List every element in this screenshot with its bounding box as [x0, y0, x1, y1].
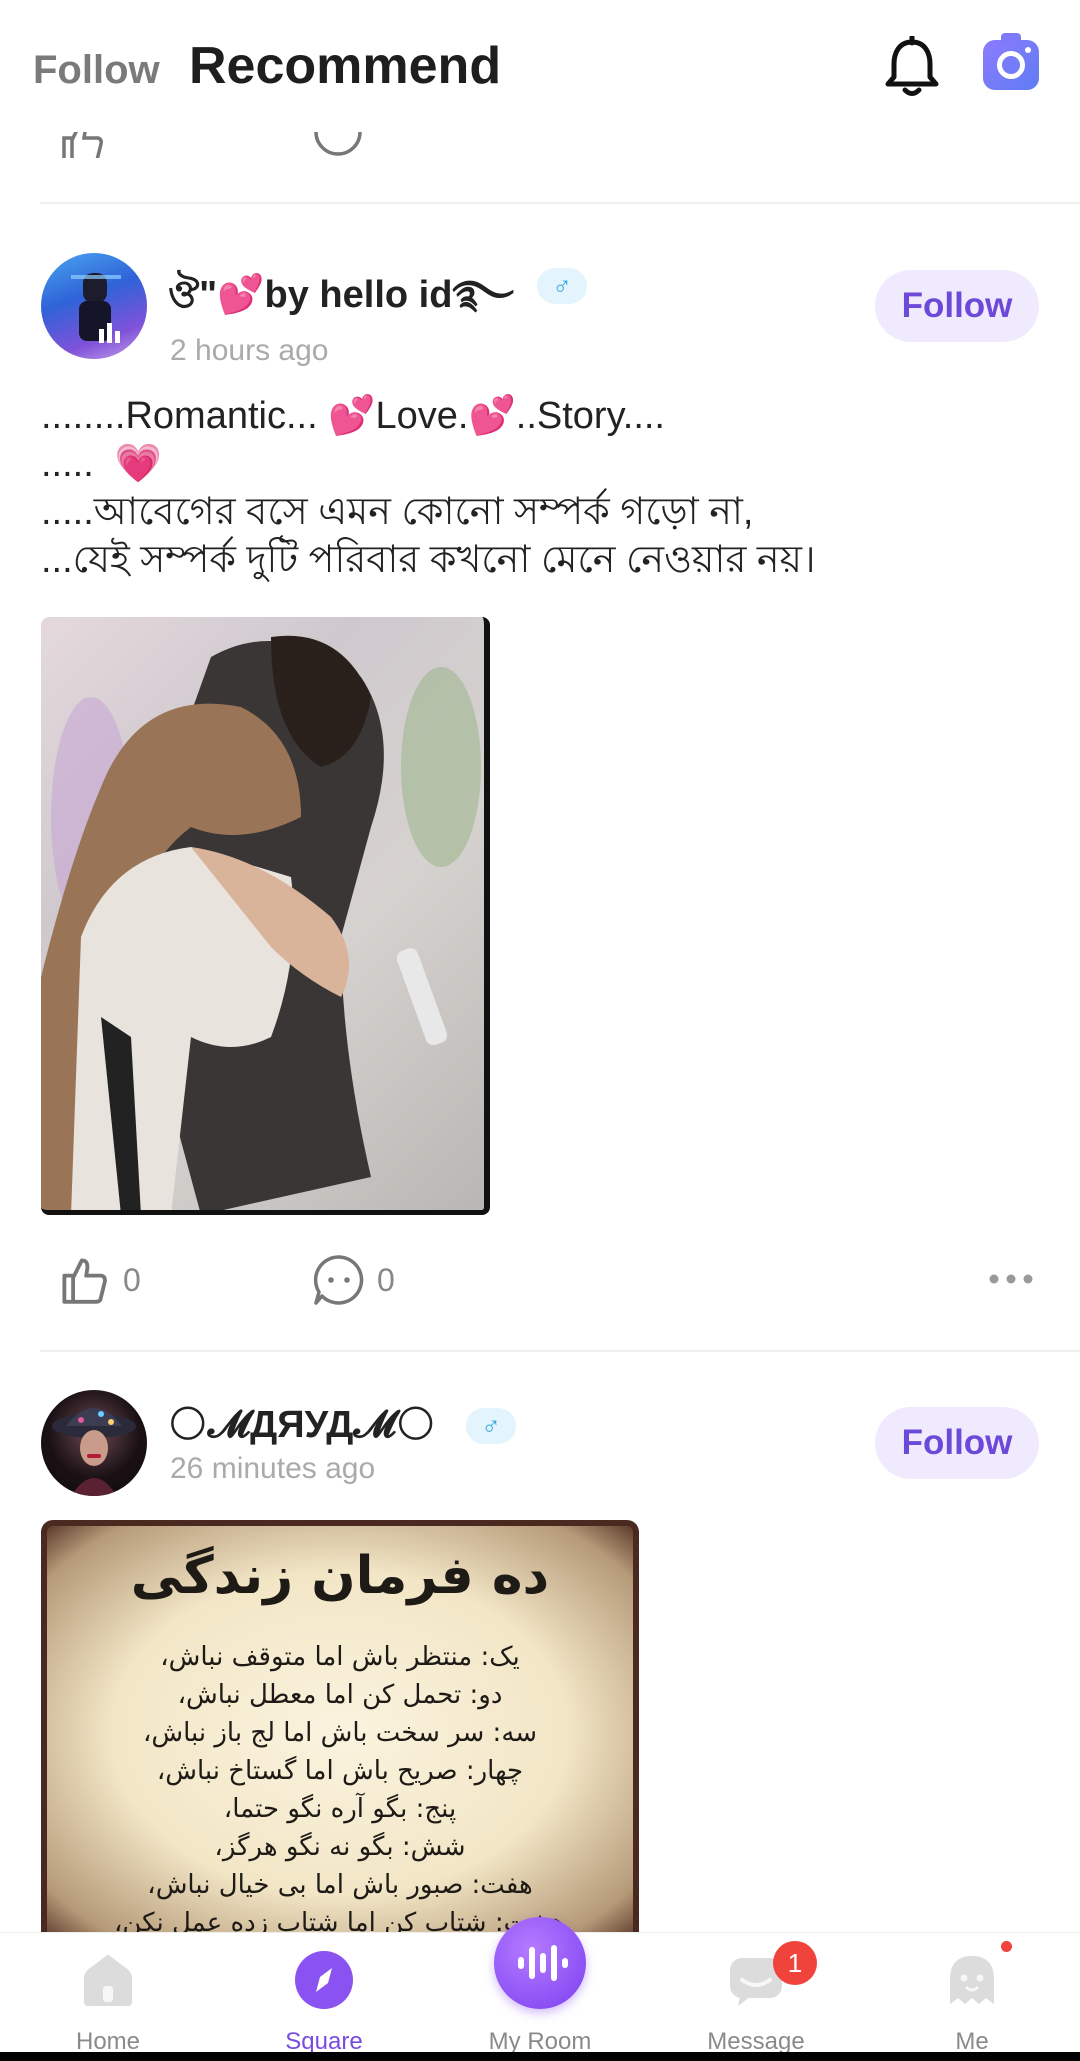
- follow-button[interactable]: Follow: [875, 1407, 1039, 1479]
- post-image[interactable]: ده فرمان زندگی یک: منتظر باش اما متوقف ن…: [41, 1520, 639, 1940]
- bell-icon[interactable]: [884, 36, 940, 98]
- gender-badge: ♂: [466, 1408, 516, 1444]
- nav-message[interactable]: Message: [648, 1933, 864, 2061]
- image-text: یک: منتظر باش اما متوقف نباش، دو: تحمل ک…: [113, 1642, 566, 1938]
- post-time: 26 minutes ago: [170, 1452, 376, 1485]
- nav-me[interactable]: Me: [864, 1933, 1080, 2061]
- message-badge: 1: [773, 1941, 817, 1985]
- ghost-avatar-icon: [950, 1956, 994, 2004]
- comment-icon[interactable]: [312, 1253, 366, 1307]
- image-title: ده فرمان زندگی: [130, 1546, 550, 1606]
- divider: [40, 202, 1080, 204]
- post-text: ........Romantic... 💕Love.💕..Story.... .…: [41, 395, 816, 581]
- comment-count: 0: [377, 1262, 395, 1298]
- top-header: Follow Recommend: [0, 0, 1080, 132]
- home-icon: [84, 1955, 132, 2006]
- tab-recommend[interactable]: Recommend: [189, 36, 501, 96]
- post-image[interactable]: [41, 617, 490, 1215]
- gender-badge: ♂: [537, 268, 587, 304]
- username[interactable]: 🌕𝓜ДЯУД𝓜🌕: [168, 1402, 436, 1447]
- nav-home[interactable]: Home: [0, 1933, 216, 2061]
- camera-icon[interactable]: [983, 33, 1039, 90]
- like-count: 0: [123, 1262, 141, 1298]
- like-icon[interactable]: [60, 1256, 108, 1304]
- nav-square[interactable]: Square: [216, 1933, 432, 2061]
- voice-wave-icon: [518, 1945, 568, 1981]
- tab-follow[interactable]: Follow: [33, 48, 160, 93]
- post-time: 2 hours ago: [170, 334, 329, 367]
- system-bar: [0, 2052, 1080, 2061]
- avatar[interactable]: [41, 1390, 147, 1496]
- divider: [40, 1350, 1080, 1352]
- follow-button[interactable]: Follow: [875, 270, 1039, 342]
- notification-dot: [1001, 1941, 1012, 1952]
- avatar[interactable]: [41, 253, 147, 359]
- compass-icon: [295, 1951, 353, 2009]
- more-options-icon[interactable]: [988, 1273, 1034, 1285]
- my-room-button[interactable]: [494, 1917, 586, 2009]
